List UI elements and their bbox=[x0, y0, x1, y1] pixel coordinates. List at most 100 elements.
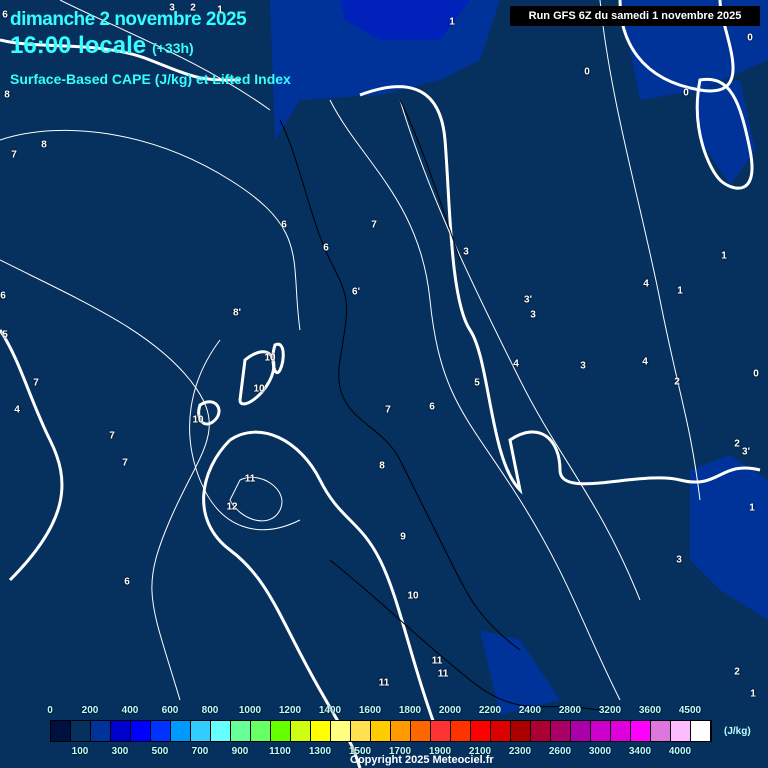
legend-swatch bbox=[71, 721, 91, 741]
legend-top-label: 2000 bbox=[438, 705, 462, 716]
legend-swatch bbox=[691, 721, 711, 741]
legend-top-label: 1400 bbox=[318, 705, 342, 716]
contour-label: 7 bbox=[33, 377, 39, 389]
legend-swatch bbox=[191, 721, 211, 741]
cape-shading bbox=[270, 0, 768, 715]
contour-label: 3' bbox=[524, 294, 532, 306]
legend-swatch bbox=[391, 721, 411, 741]
contour-label: 3 bbox=[463, 246, 469, 258]
lifted-index-zero-contours bbox=[0, 0, 761, 768]
legend-top-label: 1000 bbox=[238, 705, 262, 716]
contour-label: 3 bbox=[676, 554, 682, 566]
legend-swatch bbox=[671, 721, 691, 741]
contour-label: 10 bbox=[264, 352, 276, 364]
contour-label: 8 bbox=[379, 460, 385, 472]
legend-swatch bbox=[431, 721, 451, 741]
legend-swatch bbox=[131, 721, 151, 741]
contour-label: 2 bbox=[190, 2, 196, 14]
forecast-date: dimanche 2 novembre 2025 bbox=[10, 9, 247, 30]
contour-label: 4 bbox=[643, 278, 649, 290]
contour-label: 0 bbox=[584, 66, 590, 78]
legend-swatch bbox=[291, 721, 311, 741]
contour-label: 8 bbox=[4, 89, 10, 101]
legend-swatch bbox=[351, 721, 371, 741]
legend-bottom-label: 100 bbox=[71, 746, 89, 757]
contour-label: 6 bbox=[0, 290, 6, 302]
legend-swatch bbox=[611, 721, 631, 741]
contour-label: 1 bbox=[750, 688, 756, 700]
legend-swatch bbox=[551, 721, 571, 741]
contour-label: 12 bbox=[226, 501, 238, 513]
contour-label: 6 bbox=[124, 576, 130, 588]
contour-label: 9 bbox=[400, 531, 406, 543]
contour-label: 7 bbox=[371, 219, 377, 231]
contour-label: 1 bbox=[217, 4, 223, 16]
contour-label: 4 bbox=[14, 404, 20, 416]
contour-label: 4 bbox=[513, 358, 519, 370]
legend-swatch bbox=[411, 721, 431, 741]
contour-label: 7 bbox=[11, 149, 17, 161]
legend-top-label: 800 bbox=[201, 705, 219, 716]
contour-label: 0 bbox=[753, 368, 759, 380]
contour-label: 2 bbox=[734, 666, 740, 678]
lifted-index-contours bbox=[0, 0, 701, 701]
contour-label: 8 bbox=[41, 139, 47, 151]
map-title: Surface-Based CAPE (J/kg) et Lifted Inde… bbox=[10, 71, 291, 87]
contour-label: 1 bbox=[449, 16, 455, 28]
legend-swatch bbox=[471, 721, 491, 741]
legend-swatch bbox=[51, 721, 71, 741]
legend-bottom-label: 900 bbox=[231, 746, 249, 757]
legend-swatch bbox=[251, 721, 271, 741]
contour-label: 6' bbox=[352, 286, 360, 298]
forecast-time: 16:00 locale (+33h) bbox=[10, 32, 194, 60]
legend-swatch bbox=[491, 721, 511, 741]
legend-swatch bbox=[231, 721, 251, 741]
legend-top-label: 3200 bbox=[598, 705, 622, 716]
legend-bottom-label: 2300 bbox=[508, 746, 532, 757]
contour-label: 1 bbox=[677, 285, 683, 297]
legend-swatch bbox=[91, 721, 111, 741]
forecast-offset: (+33h) bbox=[152, 40, 194, 56]
legend-top-label: 2400 bbox=[518, 705, 542, 716]
legend-top-label: 1800 bbox=[398, 705, 422, 716]
legend-swatch bbox=[331, 721, 351, 741]
contour-label: 6 bbox=[281, 219, 287, 231]
contour-label: 10 bbox=[192, 414, 204, 426]
legend-bottom-label: 3000 bbox=[588, 746, 612, 757]
legend-top-label: 0 bbox=[47, 705, 53, 716]
legend-top-label: 2800 bbox=[558, 705, 582, 716]
contour-label: 1 bbox=[721, 250, 727, 262]
model-run-label: Run GFS 6Z du samedi 1 novembre 2025 bbox=[510, 6, 760, 26]
legend-swatch bbox=[151, 721, 171, 741]
contour-label: 3' bbox=[742, 446, 750, 458]
legend-bottom-label: 500 bbox=[151, 746, 169, 757]
contour-label: 5 bbox=[474, 377, 480, 389]
cape-color-legend bbox=[50, 720, 712, 742]
contour-label: 5 bbox=[2, 329, 8, 341]
contour-label: 11 bbox=[437, 668, 449, 680]
legend-swatch bbox=[211, 721, 231, 741]
legend-swatch bbox=[651, 721, 671, 741]
legend-top-label: 1200 bbox=[278, 705, 302, 716]
contour-label: 6 bbox=[323, 242, 329, 254]
coastlines bbox=[279, 99, 601, 711]
contour-label: 4 bbox=[642, 356, 648, 368]
contour-label: 10 bbox=[407, 590, 419, 602]
legend-bottom-label: 3400 bbox=[628, 746, 652, 757]
legend-swatch bbox=[631, 721, 651, 741]
legend-top-label: 1600 bbox=[358, 705, 382, 716]
legend-bottom-label: 4000 bbox=[668, 746, 692, 757]
legend-swatch bbox=[171, 721, 191, 741]
legend-top-label: 2200 bbox=[478, 705, 502, 716]
legend-top-label: 3600 bbox=[638, 705, 662, 716]
legend-top-label: 600 bbox=[161, 705, 179, 716]
contour-label: 7 bbox=[385, 404, 391, 416]
contour-label: 11 bbox=[378, 677, 390, 689]
legend-swatch bbox=[111, 721, 131, 741]
contour-label: 7 bbox=[109, 430, 115, 442]
legend-top-label: 4500 bbox=[678, 705, 702, 716]
legend-swatch bbox=[371, 721, 391, 741]
contour-label: 3 bbox=[580, 360, 586, 372]
legend-unit: (J/kg) bbox=[724, 726, 751, 737]
cape-map bbox=[0, 0, 768, 768]
